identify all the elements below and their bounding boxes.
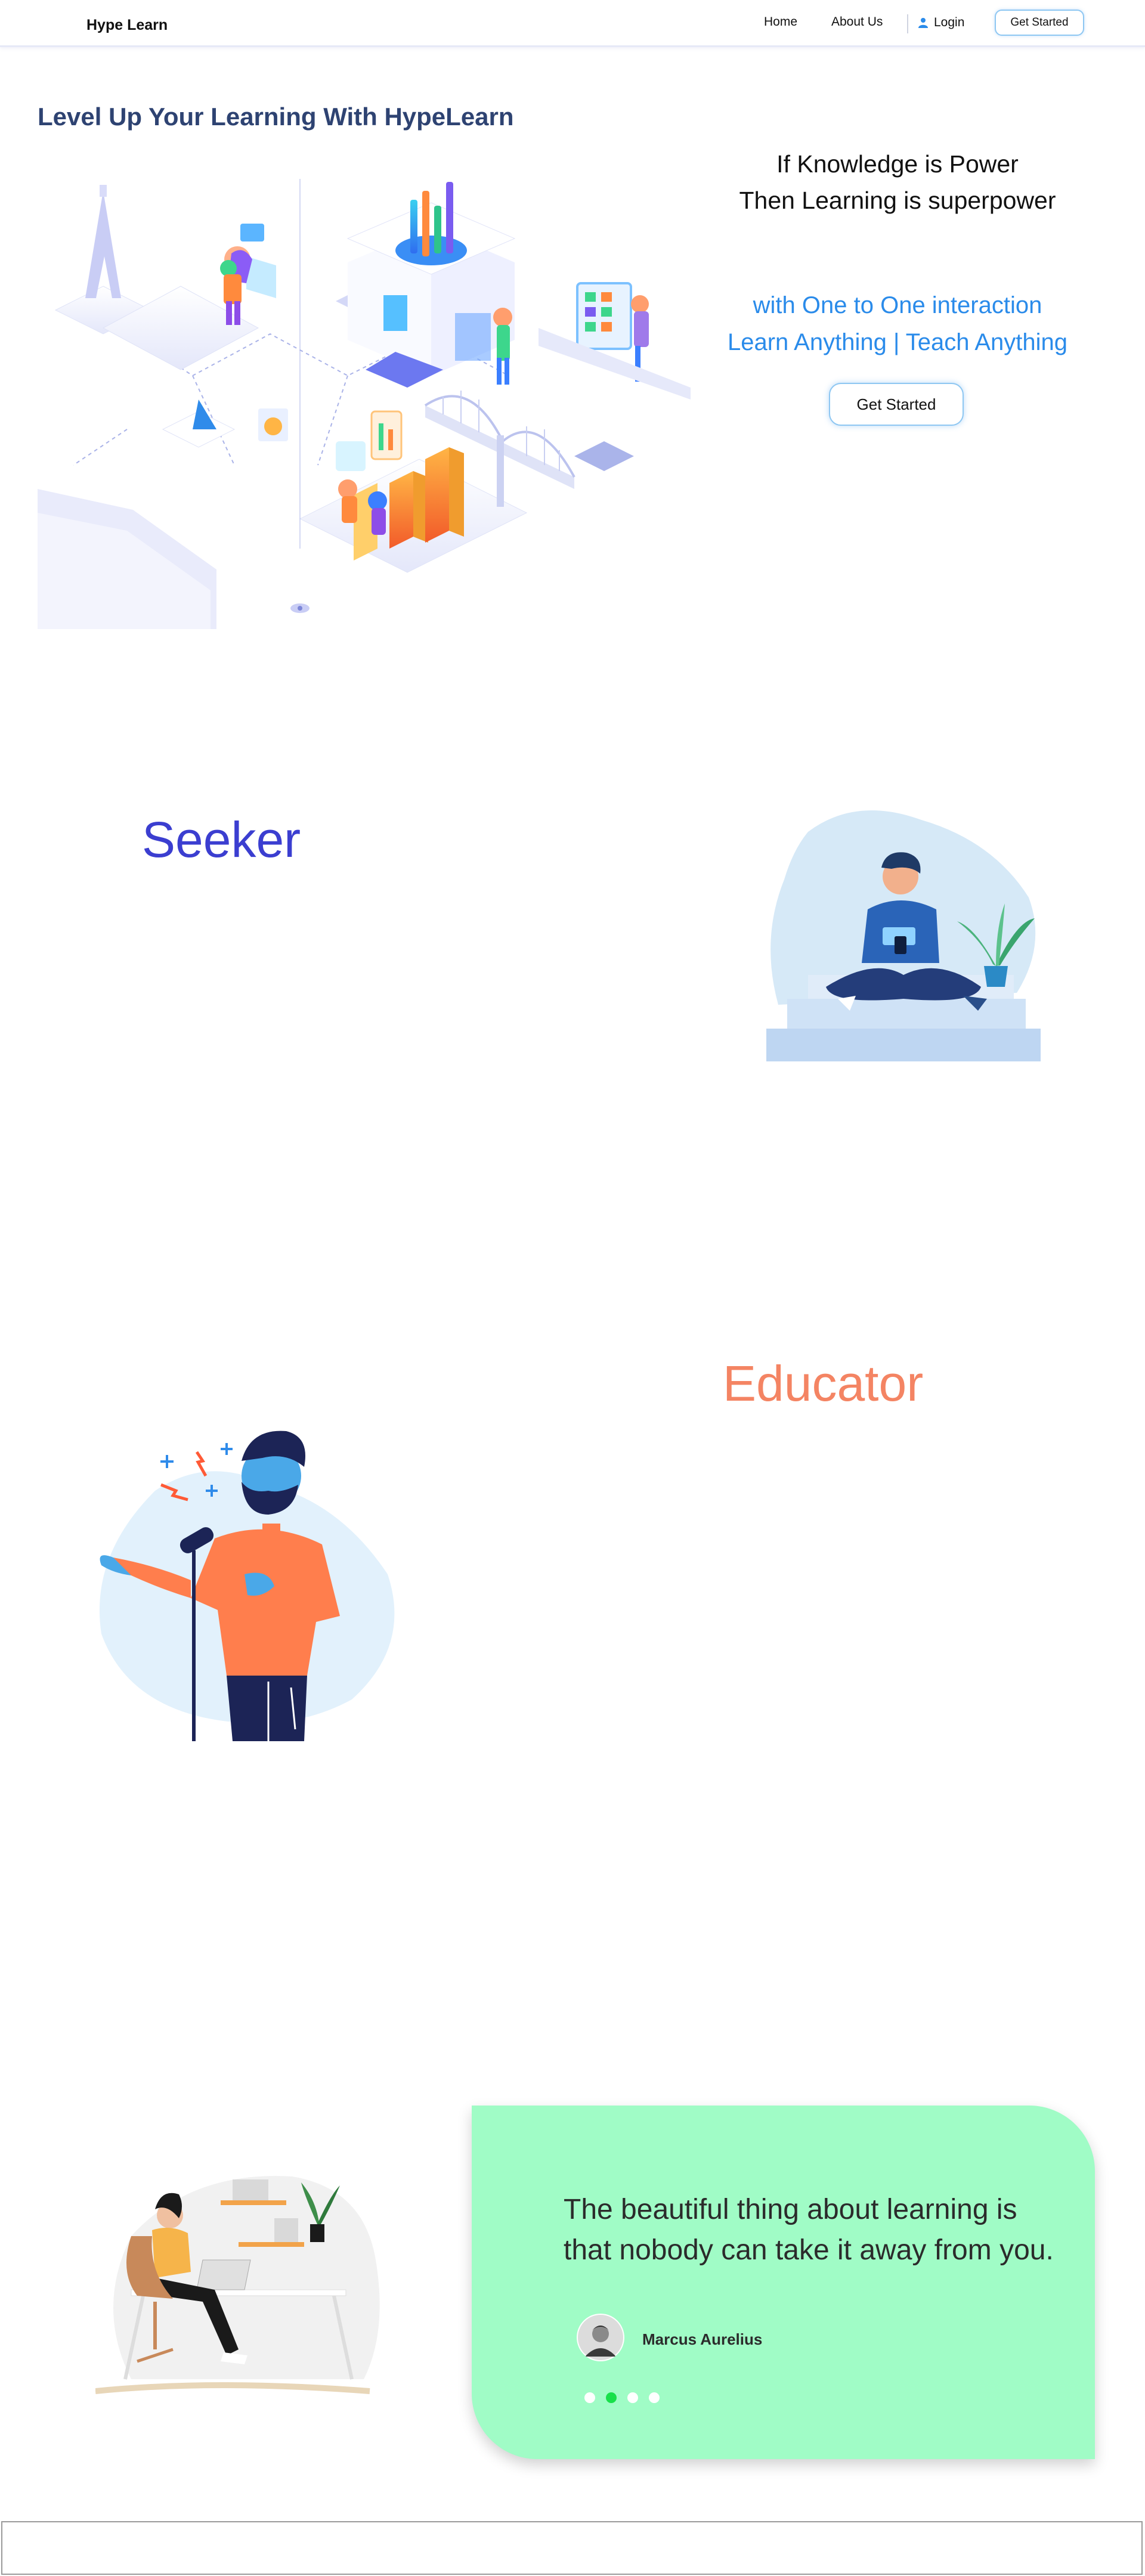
- carousel-dot-2[interactable]: [606, 2392, 617, 2403]
- brand-logo-text[interactable]: Hype Learn: [86, 17, 168, 34]
- hero-get-started-button[interactable]: Get Started: [829, 383, 964, 426]
- author-avatar: [577, 2314, 624, 2361]
- hero-tagline-line2: Then Learning is superpower: [739, 187, 1056, 214]
- educator-illustration: [99, 1431, 395, 1741]
- carousel-dot-3[interactable]: [627, 2392, 638, 2403]
- carousel-dot-1[interactable]: [584, 2392, 595, 2403]
- seeker-illustration: [766, 810, 1041, 1061]
- footer: [1, 2521, 1143, 2575]
- hero-tagline-line1: If Knowledge is Power: [776, 150, 1019, 178]
- carousel-dot-4[interactable]: [649, 2392, 660, 2403]
- nav-divider: [907, 14, 908, 33]
- user-icon: [918, 18, 928, 28]
- nav-about-link[interactable]: About Us: [831, 15, 883, 29]
- login-label: Login: [934, 16, 965, 29]
- hero-title: Level Up Your Learning With HypeLearn: [38, 103, 514, 131]
- carousel-dots: [584, 2392, 660, 2403]
- hero-illustration: [38, 179, 691, 629]
- educator-heading: Educator: [723, 1355, 924, 1411]
- study-illustration: [95, 2176, 380, 2394]
- top-navbar: Hype Learn Home About Us Login Get Start…: [0, 0, 1145, 47]
- nav-get-started-button[interactable]: Get Started: [995, 10, 1084, 36]
- hero-subline-2: Learn Anything | Teach Anything: [727, 329, 1068, 355]
- quote-line-2: that nobody can take it away from you.: [564, 2234, 1054, 2266]
- author-name: Marcus Aurelius: [642, 2330, 763, 2348]
- testimonial-card: [472, 2106, 1095, 2459]
- quote-line-1: The beautiful thing about learning is: [564, 2194, 1017, 2225]
- hero-subline-1: with One to One interaction: [753, 292, 1042, 318]
- seeker-heading: Seeker: [142, 812, 301, 868]
- nav-login-link[interactable]: Login: [918, 16, 964, 30]
- nav-home-link[interactable]: Home: [764, 15, 797, 29]
